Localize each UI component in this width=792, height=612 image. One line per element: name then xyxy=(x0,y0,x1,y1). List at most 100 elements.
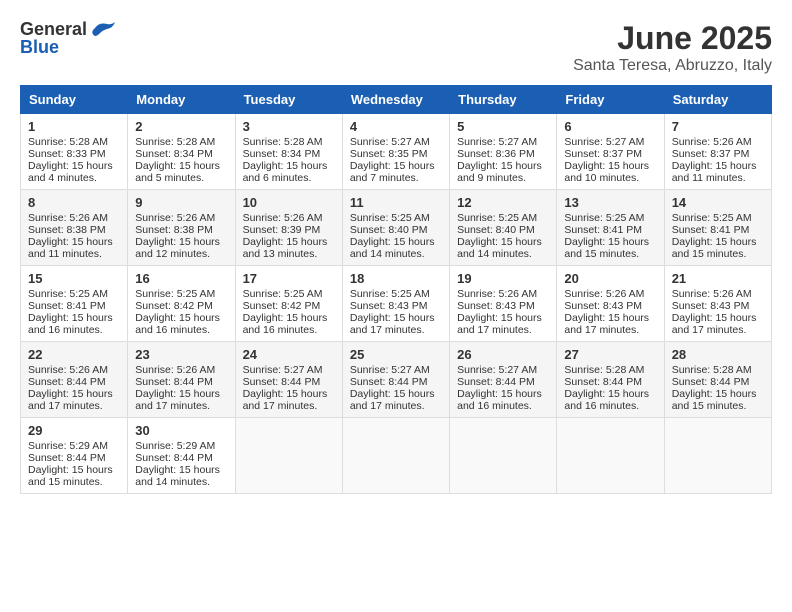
day-info-line: Daylight: 15 hours xyxy=(672,236,764,248)
day-info-line: and 16 minutes. xyxy=(135,324,227,336)
day-info-line: Sunrise: 5:27 AM xyxy=(564,136,656,148)
calendar-cell: 17Sunrise: 5:25 AMSunset: 8:42 PMDayligh… xyxy=(235,266,342,342)
day-info-line: Sunset: 8:35 PM xyxy=(350,148,442,160)
day-info-line: Sunrise: 5:26 AM xyxy=(135,364,227,376)
calendar-cell: 27Sunrise: 5:28 AMSunset: 8:44 PMDayligh… xyxy=(557,342,664,418)
day-info-line: Sunrise: 5:28 AM xyxy=(135,136,227,148)
day-number: 22 xyxy=(28,347,120,362)
day-info-line: and 17 minutes. xyxy=(350,324,442,336)
day-number: 9 xyxy=(135,195,227,210)
calendar-cell: 8Sunrise: 5:26 AMSunset: 8:38 PMDaylight… xyxy=(21,190,128,266)
day-info-line: and 14 minutes. xyxy=(135,476,227,488)
day-info-line: Sunset: 8:44 PM xyxy=(672,376,764,388)
day-info-line: and 14 minutes. xyxy=(350,248,442,260)
day-info-line: and 17 minutes. xyxy=(457,324,549,336)
day-info-line: Daylight: 15 hours xyxy=(243,312,335,324)
day-number: 10 xyxy=(243,195,335,210)
day-info-line: Sunset: 8:34 PM xyxy=(135,148,227,160)
day-info-line: Sunrise: 5:29 AM xyxy=(28,440,120,452)
calendar-cell: 20Sunrise: 5:26 AMSunset: 8:43 PMDayligh… xyxy=(557,266,664,342)
week-row-2: 8Sunrise: 5:26 AMSunset: 8:38 PMDaylight… xyxy=(21,190,772,266)
day-number: 4 xyxy=(350,119,442,134)
day-info-line: Sunrise: 5:25 AM xyxy=(350,212,442,224)
day-info-line: Sunrise: 5:26 AM xyxy=(672,136,764,148)
day-info-line: Sunset: 8:34 PM xyxy=(243,148,335,160)
days-header-row: SundayMondayTuesdayWednesdayThursdayFrid… xyxy=(21,86,772,114)
day-info-line: Sunset: 8:36 PM xyxy=(457,148,549,160)
day-number: 21 xyxy=(672,271,764,286)
day-number: 14 xyxy=(672,195,764,210)
day-info-line: Sunrise: 5:28 AM xyxy=(672,364,764,376)
day-info-line: Sunset: 8:44 PM xyxy=(28,376,120,388)
day-info-line: Sunset: 8:40 PM xyxy=(457,224,549,236)
day-info-line: Sunrise: 5:27 AM xyxy=(457,136,549,148)
day-number: 18 xyxy=(350,271,442,286)
calendar-cell: 13Sunrise: 5:25 AMSunset: 8:41 PMDayligh… xyxy=(557,190,664,266)
calendar-cell: 22Sunrise: 5:26 AMSunset: 8:44 PMDayligh… xyxy=(21,342,128,418)
day-info-line: Daylight: 15 hours xyxy=(243,388,335,400)
day-info-line: Sunset: 8:44 PM xyxy=(135,376,227,388)
day-info-line: Sunrise: 5:28 AM xyxy=(564,364,656,376)
day-info-line: and 17 minutes. xyxy=(672,324,764,336)
calendar-cell: 18Sunrise: 5:25 AMSunset: 8:43 PMDayligh… xyxy=(342,266,449,342)
day-info-line: Daylight: 15 hours xyxy=(350,160,442,172)
day-info-line: Sunset: 8:44 PM xyxy=(457,376,549,388)
day-number: 24 xyxy=(243,347,335,362)
calendar-cell: 12Sunrise: 5:25 AMSunset: 8:40 PMDayligh… xyxy=(450,190,557,266)
day-info-line: and 16 minutes. xyxy=(564,400,656,412)
day-number: 15 xyxy=(28,271,120,286)
calendar-cell: 2 Sunrise: 5:28 AMSunset: 8:34 PMDaylight… xyxy=(128,114,235,190)
day-number: 20 xyxy=(564,271,656,286)
day-info-line: Daylight: 15 hours xyxy=(457,236,549,248)
day-info-line: and 15 minutes. xyxy=(672,400,764,412)
day-info-line: and 10 minutes. xyxy=(564,172,656,184)
day-number: 12 xyxy=(457,195,549,210)
day-info-line: Sunset: 8:39 PM xyxy=(243,224,335,236)
day-info-line: Daylight: 15 hours xyxy=(135,236,227,248)
calendar: SundayMondayTuesdayWednesdayThursdayFrid… xyxy=(20,85,772,494)
day-info-line: Daylight: 15 hours xyxy=(564,388,656,400)
day-info-line: Sunrise: 5:25 AM xyxy=(672,212,764,224)
day-info-line: Daylight: 15 hours xyxy=(135,160,227,172)
day-info-line: Daylight: 15 hours xyxy=(457,160,549,172)
calendar-cell: 24Sunrise: 5:27 AMSunset: 8:44 PMDayligh… xyxy=(235,342,342,418)
day-info-line: Sunset: 8:42 PM xyxy=(135,300,227,312)
logo-text-blue: Blue xyxy=(20,38,117,58)
day-info-line: Daylight: 15 hours xyxy=(672,312,764,324)
day-info-line: Daylight: 15 hours xyxy=(28,160,120,172)
logo: General Blue xyxy=(20,20,117,58)
day-info-line: Sunset: 8:33 PM xyxy=(28,148,120,160)
day-header-saturday: Saturday xyxy=(664,86,771,114)
day-info-line: and 15 minutes. xyxy=(564,248,656,260)
day-info-line: and 15 minutes. xyxy=(28,476,120,488)
day-info-line: Sunrise: 5:26 AM xyxy=(564,288,656,300)
calendar-cell xyxy=(664,418,771,494)
calendar-cell xyxy=(450,418,557,494)
day-info-line: and 14 minutes. xyxy=(457,248,549,260)
day-info-line: Daylight: 15 hours xyxy=(28,312,120,324)
calendar-cell: 5Sunrise: 5:27 AMSunset: 8:36 PMDaylight… xyxy=(450,114,557,190)
day-info-line: Sunrise: 5:25 AM xyxy=(564,212,656,224)
header: General Blue June 2025 Santa Teresa, Abr… xyxy=(20,20,772,75)
day-info-line: Sunrise: 5:26 AM xyxy=(135,212,227,224)
day-number: 28 xyxy=(672,347,764,362)
day-info-line: Sunset: 8:40 PM xyxy=(350,224,442,236)
day-number: 26 xyxy=(457,347,549,362)
calendar-cell: 21Sunrise: 5:26 AMSunset: 8:43 PMDayligh… xyxy=(664,266,771,342)
day-info-line: Daylight: 15 hours xyxy=(672,388,764,400)
day-info-line: Daylight: 15 hours xyxy=(28,464,120,476)
day-number: 8 xyxy=(28,195,120,210)
day-info-line: Daylight: 15 hours xyxy=(672,160,764,172)
day-info-line: Sunrise: 5:27 AM xyxy=(457,364,549,376)
day-info-line: Sunrise: 5:27 AM xyxy=(350,136,442,148)
calendar-cell: 26Sunrise: 5:27 AMSunset: 8:44 PMDayligh… xyxy=(450,342,557,418)
day-number: 13 xyxy=(564,195,656,210)
day-info-line: Sunset: 8:44 PM xyxy=(135,452,227,464)
location-title: Santa Teresa, Abruzzo, Italy xyxy=(573,57,772,75)
calendar-cell xyxy=(557,418,664,494)
day-info-line: and 12 minutes. xyxy=(135,248,227,260)
day-info-line: and 17 minutes. xyxy=(135,400,227,412)
day-number: 2 xyxy=(135,119,227,134)
day-header-sunday: Sunday xyxy=(21,86,128,114)
day-info-line: Sunset: 8:37 PM xyxy=(672,148,764,160)
